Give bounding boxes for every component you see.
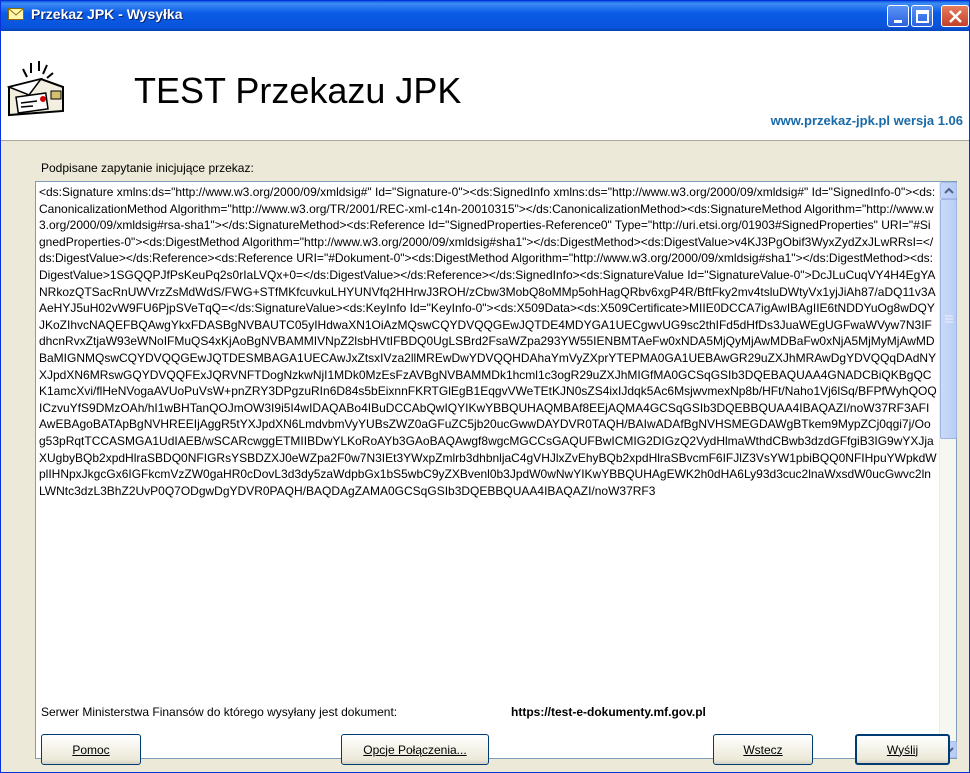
app-title: TEST Przekazu JPK: [134, 70, 462, 111]
scroll-thumb[interactable]: [940, 199, 957, 439]
envelope-icon: [8, 8, 24, 20]
app-window: Przekaz JPK - Wysyłka TEST Przekazu JPK …: [0, 0, 970, 773]
maximize-icon: [916, 10, 929, 23]
back-button[interactable]: Wstecz: [713, 734, 813, 765]
close-icon: [949, 10, 962, 23]
version-label: www.przekaz-jpk.pl wersja 1.06: [770, 113, 963, 128]
window-title: Przekaz JPK - Wysyłka: [31, 6, 183, 22]
connection-options-button[interactable]: Opcje Połączenia...: [341, 734, 489, 765]
server-url: https://test-e-dokumenty.mf.gov.pl: [511, 705, 706, 719]
signed-request-textarea[interactable]: <ds:Signature xmlns:ds="http://www.w3.or…: [35, 181, 957, 759]
grip-icon: [945, 315, 953, 323]
help-button[interactable]: Pomoc: [41, 734, 141, 765]
close-button[interactable]: [941, 5, 969, 27]
maximize-button[interactable]: [911, 5, 933, 27]
signed-request-text[interactable]: <ds:Signature xmlns:ds="http://www.w3.or…: [39, 184, 937, 756]
scroll-up-button[interactable]: [940, 182, 957, 199]
minimize-button[interactable]: [887, 5, 909, 27]
mailbox-logo-icon: [6, 61, 64, 117]
header-banner: TEST Przekazu JPK www.przekaz-jpk.pl wer…: [1, 31, 969, 141]
title-bar[interactable]: Przekaz JPK - Wysyłka: [1, 1, 969, 31]
send-button[interactable]: Wyślij: [855, 734, 950, 765]
chevron-up-icon: [944, 187, 954, 194]
minimize-icon: [894, 20, 902, 23]
vertical-scrollbar[interactable]: [939, 182, 957, 758]
request-label: Podpisane zapytanie inicjujące przekaz:: [41, 161, 254, 175]
server-label: Serwer Ministerstwa Finansów do którego …: [41, 705, 398, 719]
